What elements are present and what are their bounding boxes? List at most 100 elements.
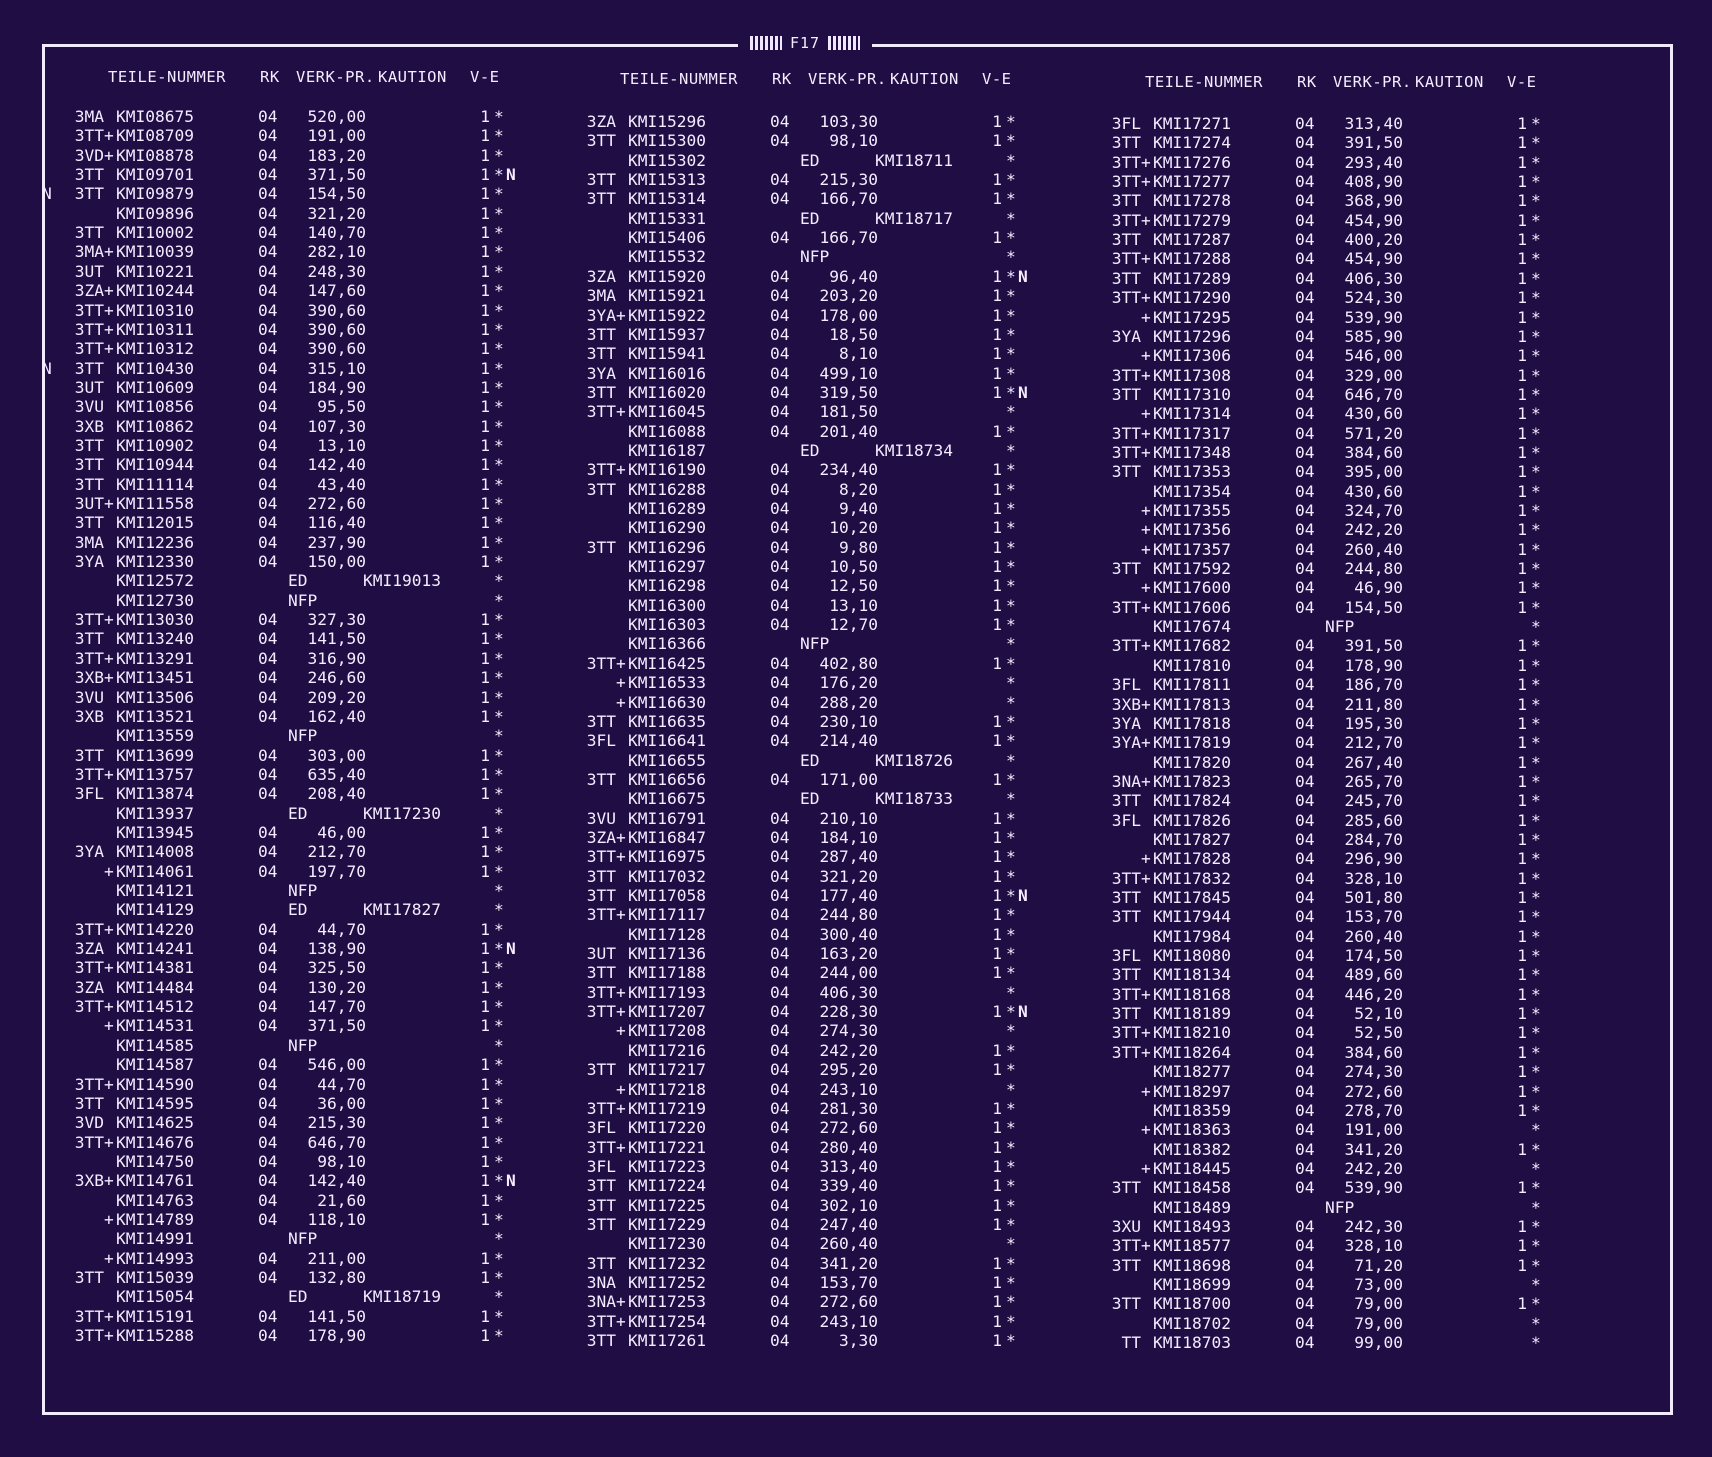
table-row: 3TT + KMI17193 04 406,30 * [560, 983, 1080, 1002]
cell-rk: 04 [770, 769, 790, 789]
cell-part-number: KMI16187 [628, 440, 706, 460]
cell-part-number: KMI16016 [628, 363, 706, 383]
cell-prefix: 3TT [586, 711, 616, 731]
cell-part-number: KMI08709 [116, 126, 194, 146]
table-row: KMI15406 04 166,70 1 * [560, 228, 1080, 247]
cell-part-number: KMI16641 [628, 731, 706, 751]
table-row: 3XB + KMI13451 04 246,60 1 * [48, 668, 568, 687]
cell-rk: 04 [770, 1214, 790, 1234]
cell-part-number: KMI16303 [628, 615, 706, 635]
cell-marker: * [1531, 675, 1541, 695]
cell-rk: 04 [770, 518, 790, 538]
table-row: 3TT KMI11114 04 43,40 1 * [48, 475, 568, 494]
cell-price: 339,40 [819, 1176, 878, 1196]
cell-price: 321,20 [819, 866, 878, 886]
cell-unit: 1 [480, 126, 490, 146]
cell-rk: 04 [1295, 1178, 1315, 1198]
cell-prefix: 3FL [586, 1156, 616, 1176]
cell-rk: 04 [258, 474, 278, 494]
cell-prefix: 3TT [1111, 423, 1141, 443]
cell-rk: 04 [258, 494, 278, 513]
cell-price: 10,50 [829, 557, 878, 577]
cell-marker: * [1006, 286, 1016, 306]
table-row: KMI16290 04 10,20 1 * [560, 518, 1080, 537]
cell-part-number: KMI17355 [1153, 501, 1231, 520]
cell-part-number: KMI10311 [116, 319, 194, 339]
cell-marker: * [1006, 634, 1016, 654]
cell-price: 520,00 [307, 107, 366, 126]
cell-unit: 1 [992, 460, 1002, 480]
cell-marker: * [1531, 1216, 1541, 1236]
cell-joiner [104, 1055, 116, 1074]
cell-rk: 04 [258, 339, 278, 359]
cell-unit: 1 [480, 706, 490, 726]
cell-joiner [104, 359, 116, 378]
cell-rk: 04 [258, 377, 278, 397]
table-row: 3UT KMI17136 04 163,20 1 * [560, 944, 1080, 963]
cell-marker: * [494, 1171, 504, 1191]
cell-flag: N [1018, 886, 1028, 905]
cell-marker: * [494, 455, 504, 475]
cell-price: 13,10 [829, 595, 878, 615]
cell-joiner [616, 538, 628, 557]
cell-part-number: KMI12015 [116, 513, 194, 533]
cell-unit: 1 [1517, 210, 1527, 230]
table-row: 3YA KMI17296 04 585,90 1 * [1085, 327, 1605, 346]
cell-unit: 1 [1517, 829, 1527, 849]
cell-marker: * [1531, 617, 1541, 637]
cell-unit: 1 [992, 131, 1002, 151]
table-row: KMI17827 04 284,70 1 * [1085, 830, 1605, 849]
table-row: 3TT + KMI14676 04 646,70 1 * [48, 1133, 568, 1152]
cell-replacement: KMI18726 [875, 750, 953, 770]
cell-joiner [104, 900, 116, 919]
cell-rk: 04 [258, 1268, 278, 1287]
cell-joiner [104, 1268, 116, 1287]
cell-prefix: 3TT [586, 982, 616, 1002]
table-row: 3TT + KMI16045 04 181,50 * [560, 402, 1080, 421]
cell-joiner: + [104, 648, 114, 668]
column-header-verk: VERK-PR. [1333, 73, 1412, 91]
table-row: 3TT + KMI16975 04 287,40 1 * [560, 847, 1080, 866]
cell-marker: * [1006, 421, 1016, 441]
cell-part-number: KMI16635 [628, 711, 706, 731]
table-row: KMI12572 ED KMI19013 * [48, 571, 568, 590]
table-row: + KMI16630 04 288,20 * [560, 693, 1080, 712]
cell-part-number: KMI16656 [628, 769, 706, 789]
cell-marker: * [1531, 694, 1541, 714]
cell-left-flag: N [42, 184, 52, 204]
cell-marker: * [1531, 810, 1541, 830]
cell-price: 98,10 [829, 131, 878, 151]
cell-joiner [104, 1229, 116, 1248]
cell-part-number: KMI14595 [116, 1093, 194, 1113]
table-row: + KMI17355 04 324,70 1 * [1085, 501, 1605, 520]
cell-part-number: KMI17811 [1153, 675, 1231, 695]
cell-part-number: KMI16630 [628, 692, 706, 712]
cell-part-number: KMI10609 [116, 377, 194, 397]
cell-marker: * [1006, 1311, 1016, 1331]
cell-joiner: + [1141, 442, 1151, 462]
cell-rk: 04 [1295, 675, 1315, 695]
cell-prefix: 3TT [1111, 907, 1141, 927]
cell-joiner: + [616, 692, 626, 712]
cell-rk: 04 [258, 764, 278, 784]
cell-unit: 1 [1517, 578, 1527, 598]
cell-rk: 04 [1295, 1120, 1315, 1140]
cell-price: 118,10 [307, 1209, 366, 1229]
cell-rk: 04 [258, 1016, 278, 1036]
cell-rk: 04 [770, 228, 790, 248]
cell-unit: 1 [1517, 675, 1527, 695]
cell-prefix: 3TT [74, 1306, 104, 1326]
cell-part-number: KMI16289 [628, 499, 706, 518]
cell-part-number: KMI17136 [628, 944, 706, 964]
cell-price: 130,20 [307, 977, 366, 997]
cell-rk: 04 [770, 711, 790, 731]
cell-price: 260,40 [1344, 926, 1403, 946]
cell-part-number: KMI17271 [1153, 114, 1231, 133]
table-row: 3NA + KMI17823 04 265,70 1 * [1085, 772, 1605, 791]
cell-part-number: KMI14531 [116, 1016, 194, 1036]
cell-prefix: 3TT [1111, 172, 1141, 192]
cell-marker: * [1006, 1214, 1016, 1234]
cell-marker: * [1006, 557, 1016, 577]
cell-joiner [1141, 675, 1153, 694]
cell-part-number: KMI13451 [116, 668, 194, 688]
